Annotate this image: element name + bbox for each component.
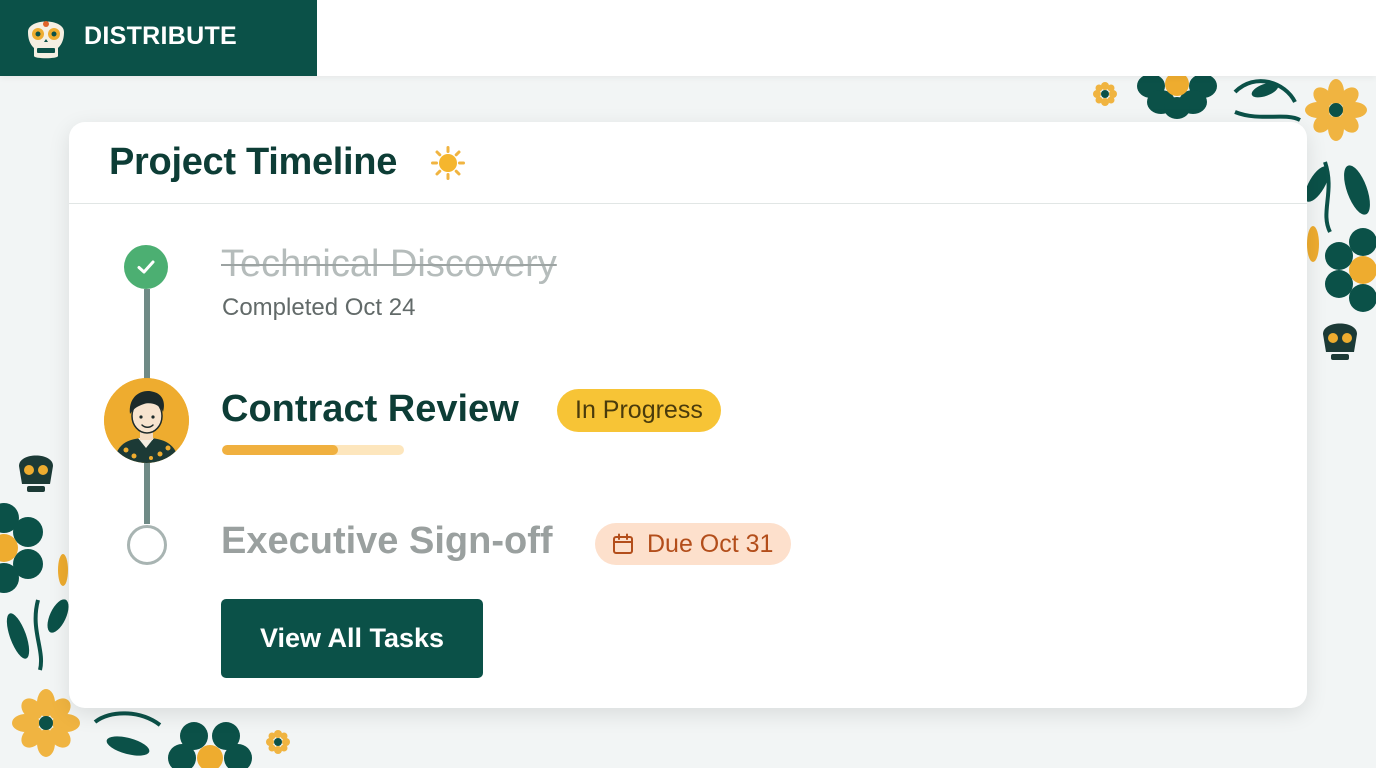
- pending-node: [127, 525, 167, 565]
- top-bar: DISTRIBUTE: [0, 0, 1376, 76]
- task-title-executive-sign-off[interactable]: Executive Sign-off: [221, 520, 553, 563]
- view-all-tasks-button[interactable]: View All Tasks: [221, 599, 483, 678]
- calendar-icon: [613, 533, 633, 554]
- sun-icon: [431, 146, 465, 180]
- due-date-label: Due Oct 31: [647, 529, 774, 558]
- task-title-contract-review[interactable]: Contract Review: [221, 388, 519, 431]
- completed-node: [124, 245, 168, 289]
- timeline-connector: [144, 289, 150, 384]
- user-avatar-illustration: [104, 378, 189, 463]
- timeline-connector: [144, 462, 150, 524]
- card-title: Project Timeline: [109, 141, 398, 183]
- status-badge: In Progress: [557, 389, 721, 432]
- brand-name: DISTRIBUTE: [84, 22, 237, 50]
- due-date-badge: Due Oct 31: [595, 523, 792, 565]
- task-title-technical-discovery[interactable]: Technical Discovery: [221, 243, 557, 286]
- progress-bar: [222, 445, 404, 455]
- task-completed-date: Completed Oct 24: [222, 294, 416, 321]
- avatar[interactable]: [104, 378, 189, 463]
- progress-bar-fill: [222, 445, 339, 455]
- check-icon: [137, 260, 155, 274]
- brand-block[interactable]: DISTRIBUTE: [0, 0, 317, 76]
- project-timeline-card: Project Timeline Technical Discovery Com…: [69, 122, 1307, 708]
- sugar-skull-icon: [28, 21, 64, 59]
- card-header: Project Timeline: [69, 122, 1307, 204]
